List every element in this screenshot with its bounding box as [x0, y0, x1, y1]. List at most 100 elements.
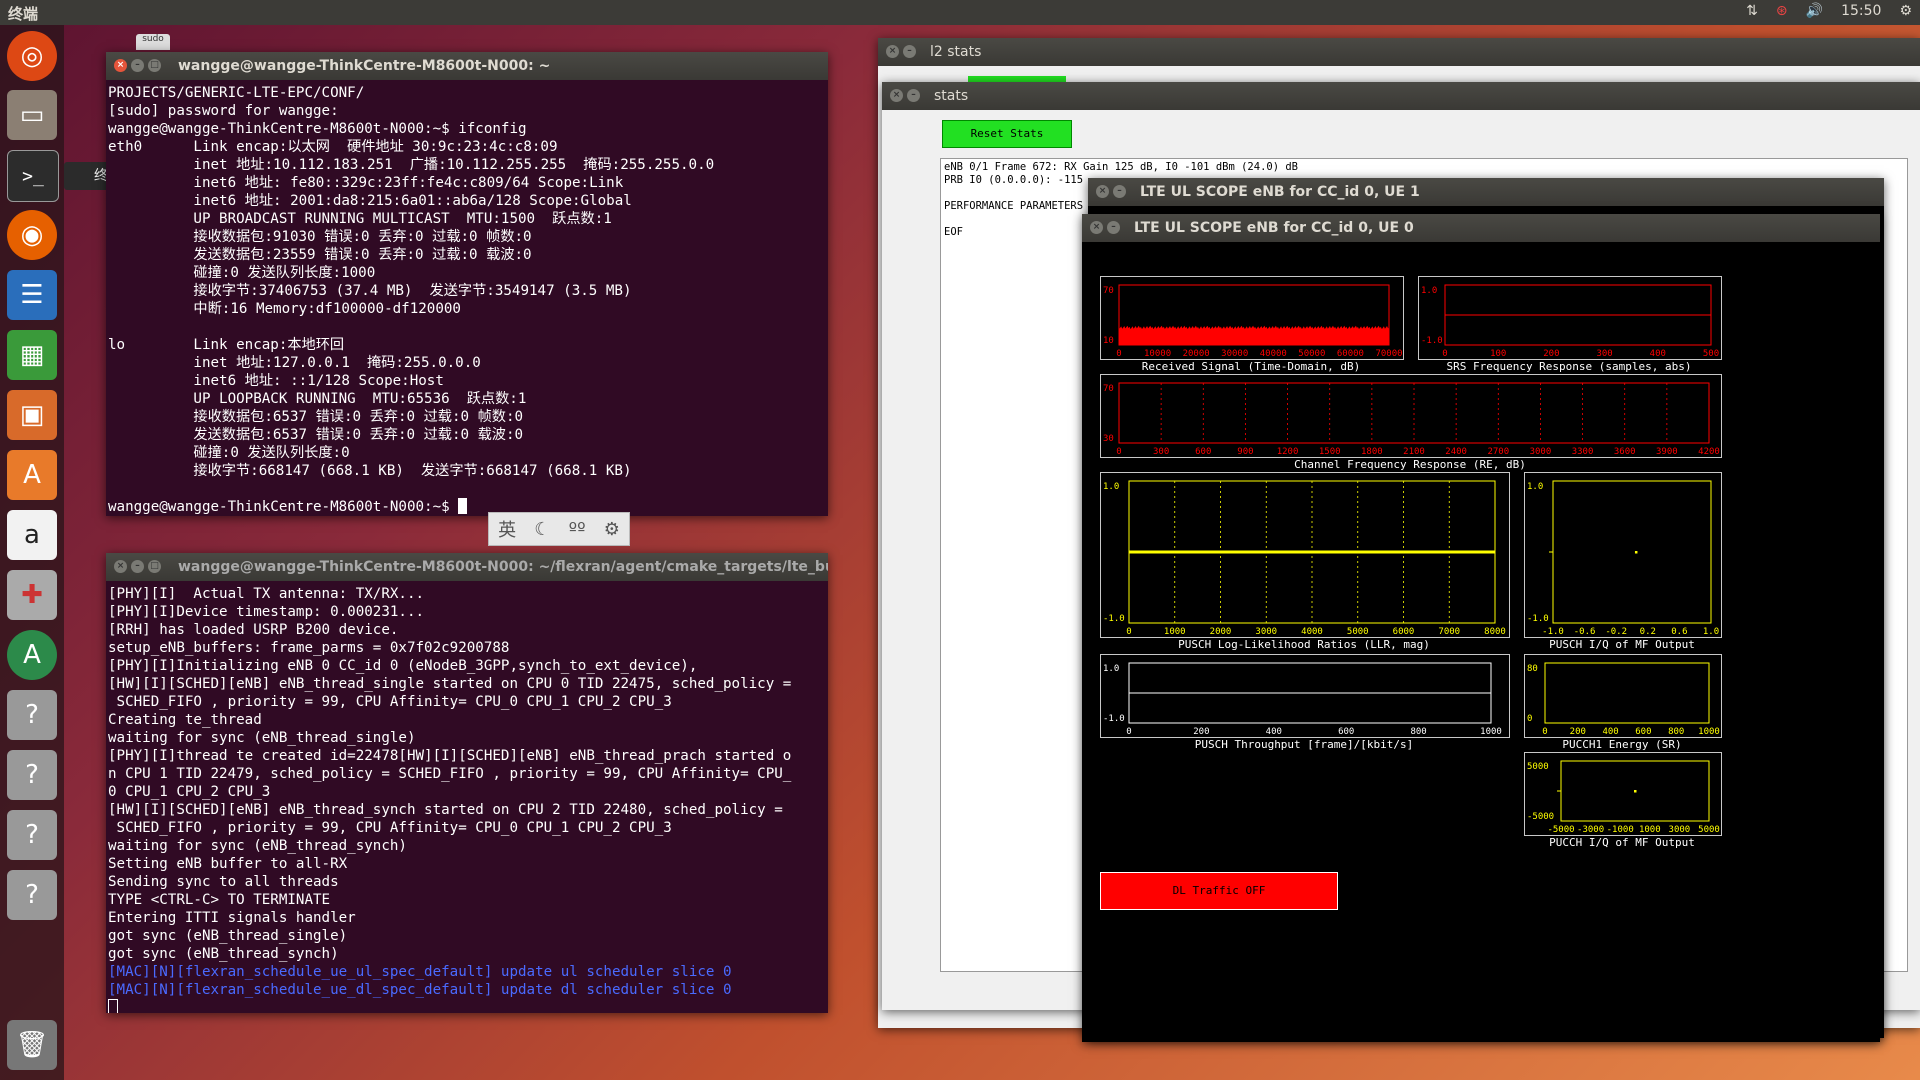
terminal-1-output[interactable]: PROJECTS/GENERIC-LTE-EPC/CONF/ [sudo] pas… — [106, 80, 828, 516]
y-tick-label: 80 — [1527, 664, 1538, 674]
x-tick-label: -1000 — [1607, 825, 1634, 835]
scope-panel: 0 1000 2000 3000 4000 5000 6000 7000 8000 1.0 -1.0 — [1100, 472, 1510, 638]
firefox-icon[interactable]: ◉ — [7, 210, 57, 260]
maximize-icon[interactable]: □ — [148, 560, 161, 573]
writer-icon[interactable]: ☰ — [7, 270, 57, 320]
unknown-app-icon[interactable]: ? — [7, 870, 57, 920]
maximize-icon[interactable]: □ — [148, 59, 161, 72]
scope-panel: 0 300 600 900 1200 1500 1800 2100 2400 2700 3000 33… — [1100, 374, 1722, 458]
clock[interactable]: 15:50 — [1841, 3, 1881, 19]
chart-title: PUSCH I/Q of MF Output — [1549, 638, 1695, 651]
launcher: ◎ ▭ >_ ◉ ☰ ▦ ▣ A a ✚ A ? ? ? ? 🗑 — [0, 25, 64, 1080]
plot-frame — [1544, 662, 1710, 724]
minimize-icon[interactable]: – — [907, 89, 920, 102]
input-method-icon[interactable]: ⊛ — [1776, 3, 1788, 19]
trash-icon[interactable]: 🗑 — [7, 1020, 57, 1070]
gear-icon[interactable]: ⚙ — [604, 519, 620, 540]
close-icon[interactable]: × — [1090, 221, 1103, 234]
terminal-line: inet6 地址: fe80::329c:23ff:fe4c:c809/64 S… — [108, 175, 624, 191]
scope-chart-svg: 0 1000 2000 3000 4000 5000 6000 7000 8000 1.0 -1.0 — [1103, 480, 1506, 637]
files-icon[interactable]: ▭ — [7, 90, 57, 140]
scope-ue0-titlebar[interactable]: × – LTE UL SCOPE eNB for CC_id 0, UE 0 — [1082, 214, 1880, 242]
terminal-line: 发送数据包:6537 错误:0 丢弃:0 过载:0 载波:0 — [108, 427, 524, 443]
minimize-icon[interactable]: – — [131, 560, 144, 573]
minimize-icon[interactable]: – — [1107, 221, 1120, 234]
impress-icon[interactable]: ▣ — [7, 390, 57, 440]
terminal-line: eth0 Link encap:以太网 硬件地址 30:9c:23:4c:c8:… — [108, 139, 558, 155]
x-tick-label: 200 — [1193, 727, 1209, 737]
chart-title: Received Signal (Time-Domain, dB) — [1141, 360, 1361, 373]
terminal-line: Sending sync to all threads — [108, 874, 339, 890]
reset-stats-button[interactable]: Reset Stats — [942, 120, 1072, 148]
close-icon[interactable]: × — [114, 560, 127, 573]
chart-title: SRS Frequency Response (samples, abs) — [1446, 360, 1692, 373]
ime-language[interactable]: 英 — [498, 516, 516, 542]
x-tick-label: 800 — [1410, 727, 1426, 737]
chart-title: PUSCH Throughput [frame]/[kbit/s] — [1194, 738, 1414, 751]
close-icon[interactable]: × — [114, 59, 127, 72]
unknown-app-icon[interactable]: ? — [7, 810, 57, 860]
scope-panel: -1.0 -0.6 -0.2 0.2 0.6 1.0 1.0 -1.0 — [1524, 472, 1722, 638]
y-tick-label: -1.0 — [1421, 336, 1443, 346]
terminal-line: [sudo] password for wangge: — [108, 103, 339, 119]
scope-chart-svg: -5000 -3000 -1000 1000 3000 50005000-5000 — [1527, 760, 1720, 835]
x-tick-label: 400 — [1266, 727, 1282, 737]
dl-traffic-button[interactable]: DL Traffic OFF — [1100, 872, 1338, 910]
network-icon[interactable]: ⇅ — [1746, 3, 1758, 19]
chart-title: PUSCH Log-Likelihood Ratios (LLR, mag) — [1178, 638, 1430, 651]
x-tick-label: 600 — [1195, 447, 1211, 457]
punctuation-icon[interactable]: ºº — [569, 519, 586, 540]
moon-icon[interactable]: ☾ — [534, 519, 550, 540]
text-cursor — [108, 999, 118, 1013]
stats-titlebar[interactable]: × – stats — [882, 82, 1920, 110]
volume-icon[interactable]: 🔊 — [1806, 3, 1823, 19]
ime-toolbar[interactable]: 英 ☾ ºº ⚙ — [488, 512, 630, 546]
terminal-1-titlebar[interactable]: × – □ wangge@wangge-ThinkCentre-M8600t-N00… — [106, 52, 828, 80]
terminal-line: n CPU 1 TID 22479, sched_policy = SCHED_… — [108, 766, 792, 782]
chart-title: PUCCH1 Energy (SR) — [1562, 738, 1682, 751]
updater-icon[interactable]: A — [7, 630, 57, 680]
terminal-window-2: × – □ wangge@wangge-ThinkCentre-M8600t-N00… — [106, 553, 828, 1013]
x-tick-label: 60000 — [1337, 349, 1364, 359]
terminal-line: inet 地址:10.112.183.251 广播:10.112.255.255… — [108, 157, 715, 173]
close-icon[interactable]: × — [886, 45, 899, 58]
close-icon[interactable]: × — [890, 89, 903, 102]
terminal-line: waiting for sync (eNB_thread_single) — [108, 730, 416, 746]
terminal-icon[interactable]: >_ — [7, 150, 59, 202]
calc-icon[interactable]: ▦ — [7, 330, 57, 380]
terminal-line: inet6 地址: 2001:da8:215:6a01::ab6a/128 Sc… — [108, 193, 632, 209]
x-tick-label: 2400 — [1445, 447, 1467, 457]
x-tick-label: 1.0 — [1703, 627, 1719, 637]
ubuntu-dash-icon[interactable]: ◎ — [7, 31, 57, 81]
terminal-line: [HW][I][SCHED][eNB] eNB_thread_single st… — [108, 676, 792, 692]
terminal-line: Creating te_thread — [108, 712, 262, 728]
terminal-2-titlebar[interactable]: × – □ wangge@wangge-ThinkCentre-M8600t-N00… — [106, 553, 828, 581]
y-tick-label: 1.0 — [1103, 482, 1119, 492]
signal-area — [1118, 325, 1390, 346]
amazon-icon[interactable]: a — [7, 510, 57, 560]
x-tick-label: 0 — [1542, 727, 1547, 737]
scope-panel: -5000 -3000 -1000 1000 3000 5000 5000 -5000 — [1524, 752, 1722, 836]
software-center-icon[interactable]: A — [7, 450, 57, 500]
minimize-icon[interactable]: – — [903, 45, 916, 58]
minimize-icon[interactable]: – — [1113, 185, 1126, 198]
l2-stats-titlebar[interactable]: × – l2 stats — [878, 38, 1920, 66]
close-icon[interactable]: × — [1096, 185, 1109, 198]
minimize-icon[interactable]: – — [131, 59, 144, 72]
scope-ue1-titlebar[interactable]: × – LTE UL SCOPE eNB for CC_id 0, UE 1 — [1088, 178, 1884, 206]
terminal-line: SCHED_FIFO , priority = 99, CPU Affinity… — [108, 694, 672, 710]
x-tick-label: 5000 — [1347, 627, 1369, 637]
window-title: LTE UL SCOPE eNB for CC_id 0, UE 1 — [1140, 184, 1420, 200]
x-tick-label: 6000 — [1393, 627, 1415, 637]
y-tick-label: -1.0 — [1527, 614, 1549, 624]
scope-chart-svg: 0 200 400 600 800 1000 1.0 -1.0 — [1103, 662, 1502, 737]
x-tick-label: 400 — [1602, 727, 1618, 737]
terminal-line: PROJECTS/GENERIC-LTE-EPC/CONF/ — [108, 85, 365, 101]
terminal-2-output[interactable]: [PHY][I] Actual TX antenna: TX/RX... [PHY… — [106, 581, 828, 1013]
unknown-app-icon[interactable]: ? — [7, 690, 57, 740]
gear-icon[interactable]: ⚙ — [1899, 3, 1912, 19]
settings-icon[interactable]: ✚ — [7, 570, 57, 620]
unknown-app-icon[interactable]: ? — [7, 750, 57, 800]
terminal-line: [HW][I][SCHED][eNB] eNB_thread_synch sta… — [108, 802, 783, 818]
